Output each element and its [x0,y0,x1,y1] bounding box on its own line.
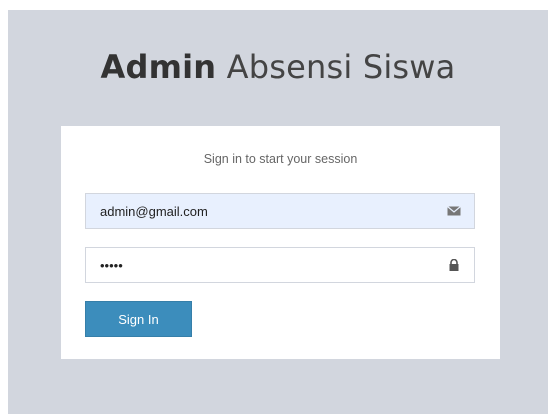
envelope-icon [447,206,461,216]
login-logo: Admin Absensi Siswa [8,48,548,86]
password-field-group [85,247,475,283]
logo-light-text: Absensi Siswa [226,48,456,86]
logo-bold-text: Admin [100,48,217,86]
password-input[interactable] [86,248,440,282]
lock-icon [449,259,459,271]
sign-in-button[interactable]: Sign In [85,301,192,337]
email-field-group [85,193,475,229]
email-input[interactable] [86,194,440,228]
login-box: Sign in to start your session Sign In [61,126,500,359]
login-box-message: Sign in to start your session [203,152,358,166]
